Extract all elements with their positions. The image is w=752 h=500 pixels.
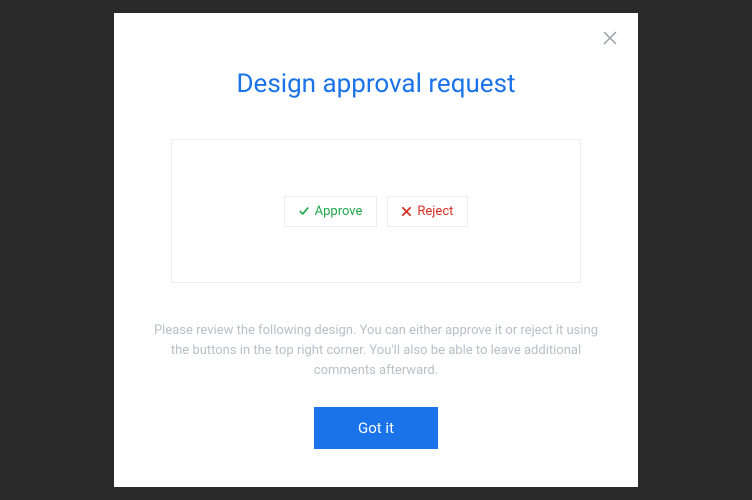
approval-request-modal: Design approval request Approve Reject P… xyxy=(114,13,638,487)
got-it-button[interactable]: Got it xyxy=(314,407,438,449)
reject-button[interactable]: Reject xyxy=(387,196,468,227)
design-preview-box: Approve Reject xyxy=(171,139,581,283)
x-icon xyxy=(402,207,411,216)
reject-button-label: Reject xyxy=(417,204,453,219)
close-icon xyxy=(603,31,617,48)
modal-title: Design approval request xyxy=(236,69,515,99)
approve-button-label: Approve xyxy=(315,204,363,219)
close-button[interactable] xyxy=(598,27,622,51)
check-icon xyxy=(299,206,309,216)
approve-button[interactable]: Approve xyxy=(284,196,378,227)
modal-description: Please review the following design. You … xyxy=(146,321,606,381)
